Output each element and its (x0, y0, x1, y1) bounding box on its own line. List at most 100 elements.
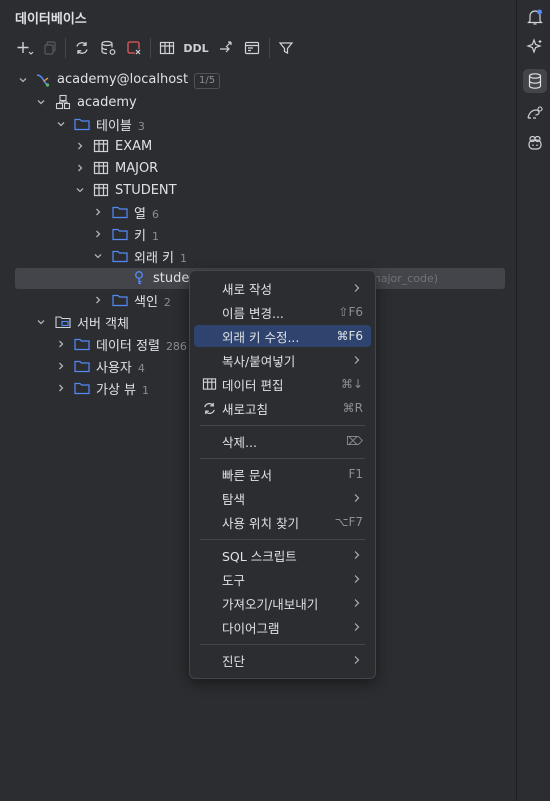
tables-count: 3 (137, 119, 145, 133)
ai-assistant-icon[interactable] (523, 35, 547, 59)
menu-item-delete[interactable]: 삭제... ⌦ (194, 430, 371, 452)
chevron-right-icon[interactable] (55, 382, 67, 394)
duplicate-icon[interactable] (40, 36, 60, 60)
keys-folder-label: 키 (134, 228, 146, 244)
chevron-right-icon[interactable] (92, 228, 104, 240)
chevron-down-icon[interactable] (74, 184, 86, 196)
menu-item-diagrams[interactable]: 다이어그램 (194, 616, 371, 638)
menu-item-find-usages[interactable]: 사용 위치 찾기 ⌥F7 (194, 511, 371, 533)
menu-item-label: 데이터 편집 (222, 377, 284, 393)
columns-folder-label: 열 (134, 206, 146, 222)
tree-item-tables-folder[interactable]: 테이블 3 (0, 113, 516, 135)
menu-shortcut: ⌘↓ (340, 377, 363, 391)
add-icon[interactable] (14, 36, 36, 60)
menu-item-sql-scripts[interactable]: SQL 스크립트 (194, 544, 371, 566)
foreign-key-details: major_code) (370, 272, 439, 285)
refresh-icon[interactable] (72, 36, 92, 60)
tree-item-table[interactable]: MAJOR (0, 157, 516, 179)
table-icon[interactable] (157, 36, 177, 60)
menu-item-label: 삭제... (222, 434, 257, 450)
query-console-icon[interactable] (242, 36, 262, 60)
chevron-right-icon[interactable] (92, 294, 104, 306)
indexes-folder-label: 색인 (134, 294, 158, 310)
folder-icon (112, 248, 128, 264)
chevron-right-icon (353, 574, 363, 584)
ddl-button[interactable]: DDL (182, 36, 210, 60)
menu-separator (200, 458, 365, 459)
menu-item-new[interactable]: 새로 작성 (194, 277, 371, 299)
menu-item-copy-paste[interactable]: 복사/붙여넣기 (194, 349, 371, 371)
menu-item-refresh[interactable]: 새로고침 ⌘R (194, 397, 371, 419)
tree-item-connection[interactable]: academy@localhost 1/5 (0, 69, 516, 91)
database-tool-icon[interactable] (523, 69, 547, 93)
collations-count: 286 (165, 339, 187, 353)
menu-item-label: 외래 키 수정... (222, 329, 300, 345)
server-objects-label: 서버 객체 (77, 316, 129, 332)
jump-to-source-icon[interactable] (216, 36, 236, 60)
menu-item-label: 이름 변경... (222, 305, 284, 321)
menu-item-tools[interactable]: 도구 (194, 568, 371, 590)
chevron-right-icon[interactable] (92, 206, 104, 218)
menu-item-rename[interactable]: 이름 변경... ⇧F6 (194, 301, 371, 323)
notifications-icon[interactable] (523, 5, 547, 29)
folder-icon (74, 116, 90, 132)
menu-item-label: 도구 (222, 572, 246, 588)
copilot-icon[interactable] (523, 131, 547, 155)
chevron-right-icon[interactable] (74, 140, 86, 152)
chevron-down-icon[interactable] (92, 250, 104, 262)
table-icon (93, 182, 109, 198)
menu-separator (200, 425, 365, 426)
toolbar-separator (150, 38, 151, 58)
chevron-down-icon[interactable] (35, 316, 47, 328)
users-count: 4 (137, 361, 145, 375)
users-label: 사용자 (96, 360, 132, 376)
foreign-keys-count: 1 (180, 251, 188, 265)
collations-label: 데이터 정렬 (96, 338, 160, 354)
menu-item-edit-foreign-key[interactable]: 외래 키 수정... ⌘F6 (194, 325, 371, 347)
chevron-down-icon[interactable] (55, 118, 67, 130)
menu-item-label: 새로고침 (222, 401, 269, 417)
schema-icon (55, 94, 71, 110)
mysql-icon (35, 72, 51, 88)
tree-item-foreign-keys-folder[interactable]: 외래 키 1 (0, 245, 516, 267)
menu-item-label: 진단 (222, 653, 246, 669)
table-icon (93, 160, 109, 176)
menu-item-navigate[interactable]: 탐색 (194, 487, 371, 509)
keys-count: 1 (151, 229, 159, 243)
menu-item-edit-data[interactable]: 데이터 편집 ⌘↓ (194, 373, 371, 395)
folder-icon (74, 358, 90, 374)
menu-item-label: 빠른 문서 (222, 467, 272, 483)
menu-item-quick-documentation[interactable]: 빠른 문서 F1 (194, 463, 371, 485)
table-label: EXAM (115, 138, 153, 154)
virtual-views-label: 가상 뷰 (96, 382, 137, 398)
menu-item-label: 새로 작성 (222, 281, 272, 297)
table-label: STUDENT (115, 182, 177, 198)
menu-item-diagnostics[interactable]: 진단 (194, 649, 371, 671)
tree-item-columns-folder[interactable]: 열6 (0, 201, 516, 223)
database-toolbar: DDL (8, 36, 513, 60)
chevron-right-icon[interactable] (74, 162, 86, 174)
tree-item-table[interactable]: STUDENT (0, 179, 516, 201)
toolbar-separator (269, 38, 270, 58)
chevron-right-icon (353, 622, 363, 632)
folder-icon (74, 380, 90, 396)
chevron-right-icon[interactable] (55, 360, 67, 372)
filter-icon[interactable] (276, 36, 296, 60)
menu-item-label: 복사/붙여넣기 (222, 353, 296, 369)
tree-item-keys-folder[interactable]: 키1 (0, 223, 516, 245)
gradle-icon[interactable] (523, 101, 547, 125)
menu-item-import-export[interactable]: 가져오기/내보내기 (194, 592, 371, 614)
data-source-properties-icon[interactable] (98, 36, 118, 60)
refresh-icon (201, 400, 217, 416)
menu-shortcut: ⌦ (346, 434, 363, 448)
disconnect-icon[interactable] (124, 36, 144, 60)
virtual-views-count: 1 (142, 383, 150, 397)
menu-item-label: 사용 위치 찾기 (222, 515, 299, 531)
tree-item-schema[interactable]: academy (0, 91, 516, 113)
chevron-down-icon[interactable] (35, 96, 47, 108)
chevron-down-icon[interactable] (17, 74, 29, 86)
tree-item-table[interactable]: EXAM (0, 135, 516, 157)
table-icon (201, 376, 217, 392)
menu-shortcut: F1 (348, 467, 363, 481)
chevron-right-icon[interactable] (55, 338, 67, 350)
